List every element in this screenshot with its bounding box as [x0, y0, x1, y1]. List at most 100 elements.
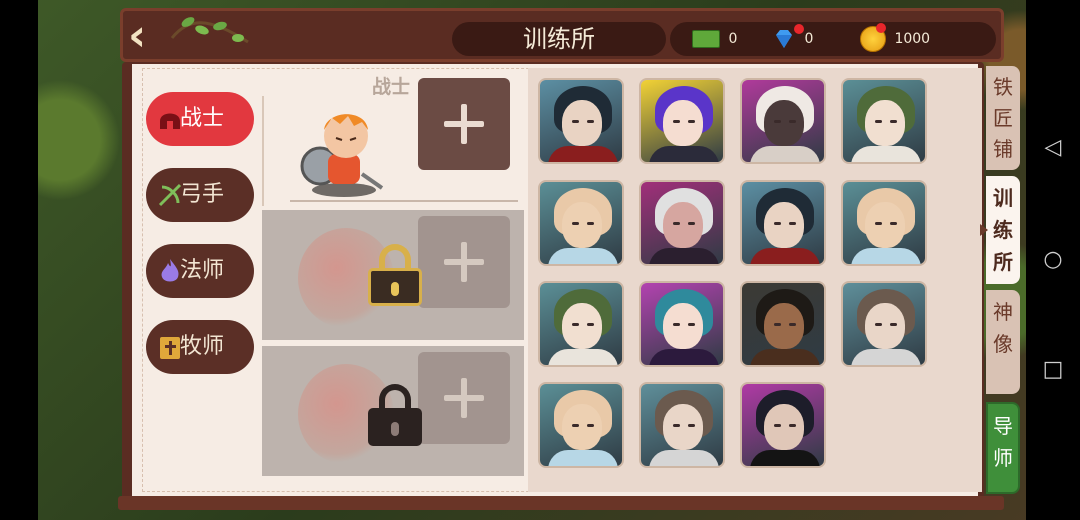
hero-eye	[774, 323, 781, 326]
hero-eye	[789, 222, 796, 225]
side-tab-blacksmith[interactable]: 铁匠铺	[986, 66, 1020, 170]
slot-title: 战士	[372, 76, 411, 98]
hero-eye	[875, 120, 882, 123]
hero-portrait-bearded-warrior[interactable]	[740, 281, 826, 367]
holy-book-icon	[160, 337, 180, 359]
side-tab-training[interactable]: 训练所	[986, 176, 1020, 284]
cash-value: 0	[728, 31, 738, 47]
nav-recents-icon[interactable]: □	[1041, 358, 1065, 382]
locked-slot-2	[262, 346, 524, 476]
hero-face	[764, 404, 804, 450]
add-hero-slot-1-button[interactable]	[418, 78, 510, 170]
cash-counter: 0	[692, 22, 737, 56]
hero-face	[663, 100, 703, 146]
lock-icon	[368, 244, 422, 306]
class-tab-label: 弓手	[180, 182, 225, 207]
hero-eye	[875, 222, 882, 225]
hero-eye	[688, 222, 695, 225]
gold-notification-dot	[876, 23, 886, 33]
hero-portrait-masked-ninja-girl[interactable]	[740, 382, 826, 468]
hero-face	[865, 202, 905, 248]
hero-eye	[572, 323, 579, 326]
hero-face	[764, 100, 804, 146]
hero-eye	[673, 222, 680, 225]
page-title: 训练所	[452, 22, 666, 56]
hero-eye	[890, 120, 897, 123]
active-tab-arrow-icon	[980, 224, 988, 236]
hero-eye	[774, 120, 781, 123]
add-hero-slot-2-button[interactable]	[418, 216, 510, 308]
hero-eye	[572, 222, 579, 225]
gold-value: 1000	[894, 31, 931, 47]
hero-portrait-green-haired-lady[interactable]	[841, 78, 927, 164]
hero-eye	[587, 323, 594, 326]
warrior-helmet-icon	[160, 113, 180, 129]
hero-portrait-teal-haired-witch[interactable]	[639, 281, 725, 367]
hero-eye	[789, 424, 796, 427]
locked-slot-1	[262, 210, 524, 340]
hero-eye	[572, 120, 579, 123]
hero-portrait-dark-haired-swordsman[interactable]	[538, 78, 624, 164]
hero-face	[562, 303, 602, 349]
hero-face	[865, 100, 905, 146]
diamond-notification-dot	[794, 24, 804, 34]
add-hero-slot-3-button[interactable]	[418, 352, 510, 444]
hero-eye	[688, 323, 695, 326]
side-tab-statue[interactable]: 神像	[986, 290, 1020, 394]
nav-back-icon[interactable]: ◁	[1041, 136, 1065, 160]
hero-portrait-bald-monk[interactable]	[538, 382, 624, 468]
hero-portrait-green-haired-lady[interactable]	[538, 281, 624, 367]
class-tab-archer[interactable]: 弓手	[146, 168, 254, 222]
cash-icon	[692, 30, 720, 48]
class-tab-warrior[interactable]: 战士	[146, 92, 254, 146]
hero-body	[851, 146, 921, 162]
hero-eye	[688, 120, 695, 123]
hero-eye	[890, 222, 897, 225]
side-tab-label: 训练所	[993, 186, 1013, 274]
hero-body	[851, 248, 921, 264]
hero-portrait-dark-haired-swordsman[interactable]	[740, 180, 826, 266]
class-tab-mage[interactable]: 法师	[146, 244, 254, 298]
hero-eye	[587, 222, 594, 225]
diamond-value: 0	[804, 31, 814, 47]
hero-eye	[587, 424, 594, 427]
hero-eye	[587, 120, 594, 123]
hero-eye	[789, 120, 796, 123]
hero-body	[649, 450, 719, 466]
hero-face	[865, 303, 905, 349]
hero-eye	[774, 222, 781, 225]
hero-eye	[673, 323, 680, 326]
vertical-divider	[262, 96, 264, 206]
hero-face	[663, 303, 703, 349]
hero-portrait-purple-haired-girl[interactable]	[639, 78, 725, 164]
hero-eye	[572, 424, 579, 427]
hero-portrait-bald-monk[interactable]	[538, 180, 624, 266]
class-tab-priest[interactable]: 牧师	[146, 320, 254, 374]
hero-eye	[673, 120, 680, 123]
diamond-counter: 0	[772, 22, 813, 56]
hero-body	[548, 450, 618, 466]
hero-portrait-white-haired-dark-elf[interactable]	[740, 78, 826, 164]
hero-eye	[673, 424, 680, 427]
hero-body	[750, 248, 820, 264]
hero-portrait-curly-haired-nun[interactable]	[639, 382, 725, 468]
hero-eye	[890, 323, 897, 326]
vine-decoration-icon	[170, 17, 249, 44]
hero-body	[548, 146, 618, 162]
hero-body	[649, 146, 719, 162]
hero-body	[649, 248, 719, 264]
nav-home-icon[interactable]: ○	[1041, 248, 1065, 272]
hero-face	[764, 303, 804, 349]
hero-body	[750, 146, 820, 162]
hero-body	[750, 450, 820, 466]
hero-eye	[789, 323, 796, 326]
hero-portrait-white-haired-demon[interactable]	[639, 180, 725, 266]
diamond-icon	[776, 30, 792, 48]
hero-face	[562, 202, 602, 248]
side-tab-mentor[interactable]: 导师	[986, 402, 1020, 494]
hero-eye	[688, 424, 695, 427]
hero-body	[548, 248, 618, 264]
panel-bottom-bar	[118, 496, 1004, 510]
hero-portrait-bald-monk[interactable]	[841, 180, 927, 266]
hero-portrait-curly-haired-nun[interactable]	[841, 281, 927, 367]
